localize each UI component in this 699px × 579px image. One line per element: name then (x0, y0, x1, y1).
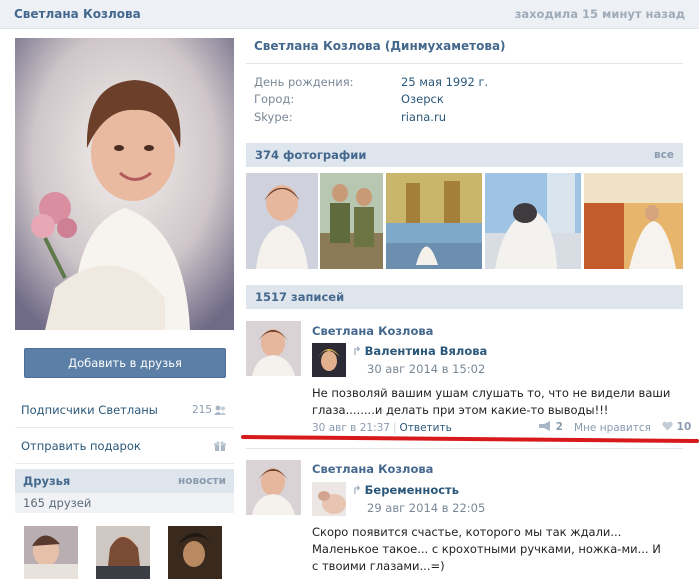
post-date[interactable]: 30 авг в 21:37 (312, 422, 390, 434)
repost-source-avatar[interactable] (312, 343, 346, 377)
heart-icon (662, 421, 673, 431)
post-meta: 30 авг в 21:37 | Ответить (312, 422, 452, 434)
friend-thumbnail[interactable] (24, 526, 78, 579)
photos-section-header: 374 фотографии все (246, 143, 683, 167)
divider (246, 63, 683, 64)
photo-thumbnail[interactable] (386, 173, 482, 269)
post-author-name[interactable]: Светлана Козлова (312, 324, 433, 338)
subscribers-count: 215 (191, 404, 212, 416)
gift-icon (214, 440, 226, 452)
post-author-name[interactable]: Светлана Козлова (312, 462, 433, 476)
friend-thumbnail[interactable] (96, 526, 150, 579)
like-button[interactable]: 10 (662, 421, 691, 433)
online-status: заходила 15 минут назад (514, 7, 685, 21)
like-count: 10 (676, 421, 692, 433)
photo-thumbnail[interactable] (320, 173, 383, 269)
share-button[interactable]: 2 (538, 421, 563, 433)
add-friend-button[interactable]: Добавить в друзья (24, 348, 226, 378)
birthday-label: День рождения: (254, 75, 354, 89)
repost-arrow-icon: ↱ (352, 344, 362, 358)
repost-source-name[interactable]: ↱ Беременность (352, 483, 459, 497)
post-text: Не позволяй вашим ушам слушать то, что н… (312, 386, 671, 417)
send-gift-label: Отправить подарок (21, 439, 141, 453)
repost-source-avatar[interactable] (312, 482, 346, 516)
city-label: Город: (254, 92, 295, 106)
people-icon (214, 404, 226, 416)
like-label[interactable]: Мне нравится (574, 422, 651, 434)
photo-thumbnail[interactable] (485, 173, 581, 269)
divider (246, 448, 683, 449)
skype-value[interactable]: riana.ru (401, 110, 446, 124)
repost-source-label: Беременность (364, 483, 459, 497)
birthday-value[interactable]: 25 мая 1992 г. (401, 75, 488, 89)
profile-full-name: Светлана Козлова (Динмухаметова) (254, 39, 506, 53)
header-user-name[interactable]: Светлана Козлова (14, 7, 141, 21)
subscribers-link[interactable]: Подписчики Светланы 215 (15, 392, 234, 428)
repost-date[interactable]: 30 авг 2014 в 15:02 (367, 362, 485, 376)
profile-avatar[interactable] (15, 38, 234, 330)
wall-section-header: 1517 записей (246, 285, 683, 309)
send-gift-link[interactable]: Отправить подарок (15, 428, 234, 464)
friends-section-header: Друзья новости (15, 469, 234, 493)
subscribers-label: Подписчики Светланы (21, 403, 158, 417)
friends-news-link[interactable]: новости (178, 475, 226, 487)
photos-all-link[interactable]: все (654, 149, 674, 161)
megaphone-icon (539, 421, 550, 431)
repost-arrow-icon: ↱ (352, 483, 362, 497)
reply-link[interactable]: Ответить (400, 422, 452, 434)
repost-date[interactable]: 29 авг 2014 в 22:05 (367, 501, 485, 515)
post-author-avatar[interactable] (246, 460, 301, 515)
friends-count-bar: 165 друзей (15, 493, 234, 513)
repost-source-label: Валентина Вялова (364, 344, 488, 358)
highlight-underline (240, 435, 699, 443)
post-text: Скоро появится счастье, которого мы так … (312, 525, 661, 573)
friends-count[interactable]: 165 друзей (23, 496, 91, 510)
photos-title[interactable]: 374 фотографии (255, 148, 366, 162)
photo-thumbnail[interactable] (584, 173, 683, 269)
repost-source-name[interactable]: ↱ Валентина Вялова (352, 344, 487, 358)
photo-thumbnail[interactable] (246, 173, 318, 269)
city-value[interactable]: Озерск (401, 92, 444, 106)
share-count: 2 (555, 421, 563, 433)
skype-label: Skype: (254, 110, 293, 124)
wall-title[interactable]: 1517 записей (255, 290, 344, 304)
friend-thumbnail[interactable] (168, 526, 222, 579)
friends-title[interactable]: Друзья (23, 474, 70, 488)
post-author-avatar[interactable] (246, 321, 301, 376)
profile-header-bar: Светлана Козлова заходила 15 минут назад (0, 0, 699, 29)
